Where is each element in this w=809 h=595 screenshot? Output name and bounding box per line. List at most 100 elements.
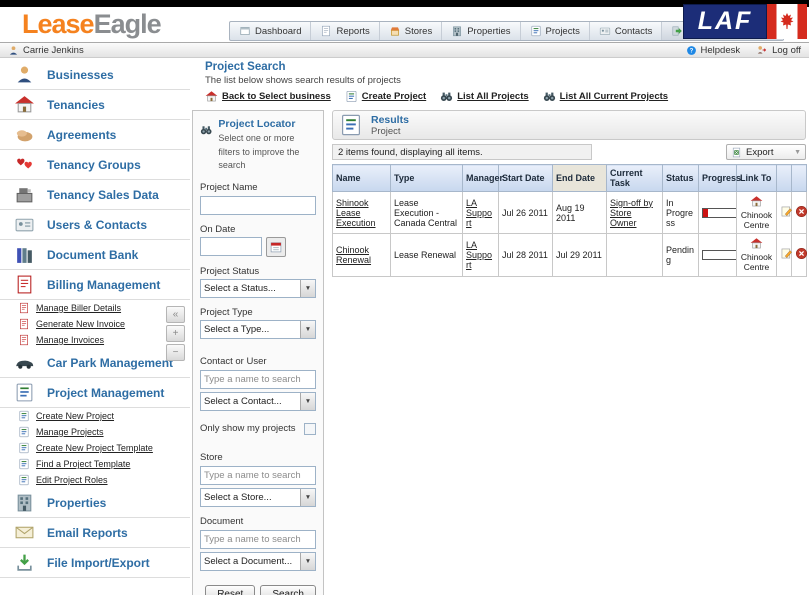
sidebar-item-project-management[interactable]: Project Management: [0, 378, 190, 408]
sidebar-item-car-park-management[interactable]: Car Park Management: [0, 348, 190, 378]
contacts-icon: [599, 25, 611, 37]
manager-link[interactable]: LA Support: [466, 198, 492, 228]
reset-button[interactable]: Reset: [205, 584, 256, 595]
sidebar-link-find-a-project-template[interactable]: Find a Project Template: [0, 456, 190, 472]
nav-tab-reports[interactable]: Reports: [311, 22, 380, 40]
cell-type: Lease Execution - Canada Central: [390, 190, 463, 235]
helpdesk-button[interactable]: Helpdesk: [686, 44, 740, 56]
current-task-link[interactable]: Sign-off by Store Owner: [610, 198, 653, 228]
column-header-end-date[interactable]: End Date: [552, 164, 607, 192]
sidebar-item-email-reports[interactable]: Email Reports: [0, 518, 190, 548]
on-date-input[interactable]: [200, 237, 262, 256]
link-to-label[interactable]: Chinook Centre: [740, 252, 773, 273]
contact-or-user-label: Contact or User: [200, 355, 267, 367]
back-to-select-business-link[interactable]: Back to Select business: [205, 90, 331, 103]
cell-start-date: Jul 28 2011: [498, 233, 553, 277]
logo-part-eagle: Eagle: [93, 9, 162, 39]
store-search-input[interactable]: [200, 465, 316, 485]
notepad-icon: [18, 474, 30, 486]
project-name-input[interactable]: [200, 195, 316, 215]
sidebar-item-users-contacts[interactable]: Users & Contacts: [0, 210, 190, 240]
billing-management-submenu: Manage Biller Details Generate New Invoi…: [0, 300, 190, 348]
nav-label: Reports: [336, 25, 370, 37]
edit-icon[interactable]: [780, 247, 793, 260]
store-select[interactable]: Select a Store... ▼: [200, 487, 316, 507]
house-icon: [750, 237, 763, 250]
document-search-input[interactable]: [200, 529, 316, 549]
notepad-icon: [345, 90, 358, 103]
logoff-button[interactable]: Log off: [756, 44, 801, 56]
sidebar-link-manage-invoices[interactable]: Manage Invoices: [0, 332, 190, 348]
sidebar-item-tenancies[interactable]: Tenancies: [0, 90, 190, 120]
user-icon: [8, 45, 19, 56]
project-status-select[interactable]: Select a Status... ▼: [200, 278, 316, 298]
export-button[interactable]: Export ▼: [726, 144, 806, 160]
sidebar-link-manage-projects[interactable]: Manage Projects: [0, 424, 190, 440]
list-all-current-projects-link[interactable]: List All Current Projects: [543, 90, 668, 103]
sidebar-link-generate-new-invoice[interactable]: Generate New Invoice: [0, 316, 190, 332]
nav-tab-properties[interactable]: Properties: [442, 22, 521, 40]
nav-tab-projects[interactable]: Projects: [521, 22, 590, 40]
cell-delete: [791, 233, 808, 277]
contact-select[interactable]: Select a Contact... ▼: [200, 391, 316, 411]
only-show-my-projects-checkbox[interactable]: [304, 422, 316, 435]
search-button[interactable]: Search: [260, 584, 316, 595]
sidebar-item-file-import-export[interactable]: File Import/Export: [0, 548, 190, 578]
maple-leaf-icon: [777, 12, 797, 32]
cell-delete: [791, 190, 808, 235]
cell-current-task: [606, 233, 663, 277]
font-increase-button[interactable]: +: [166, 325, 185, 342]
create-project-link[interactable]: Create Project: [345, 90, 426, 103]
column-header-progress[interactable]: Progress: [698, 164, 741, 192]
locator-subtitle: Select one or more filters to improve th…: [218, 133, 300, 170]
nav-tab-dashboard[interactable]: Dashboard: [230, 22, 312, 40]
contact-search-input[interactable]: [200, 369, 316, 389]
edit-icon[interactable]: [780, 205, 793, 218]
select-value: Select a Document...: [204, 555, 293, 567]
nav-tab-contacts[interactable]: Contacts: [590, 22, 663, 40]
manager-link[interactable]: LA Support: [466, 240, 492, 270]
sidebar-item-properties[interactable]: Properties: [0, 488, 190, 518]
sidebar-link-manage-biller-details[interactable]: Manage Biller Details: [0, 300, 190, 316]
document-select[interactable]: Select a Document... ▼: [200, 551, 316, 571]
column-header-delete: [791, 164, 807, 192]
project-locator-header: Project Locator Select one or more filte…: [200, 118, 316, 173]
locator-title: Project Locator: [218, 118, 296, 130]
calendar-button[interactable]: [266, 236, 286, 257]
column-header-link-to[interactable]: Link To: [736, 164, 777, 192]
column-header-manager[interactable]: Manager: [462, 164, 503, 192]
sidebar-link-edit-project-roles[interactable]: Edit Project Roles: [0, 472, 190, 488]
sidebar-item-billing-management[interactable]: Billing Management: [0, 270, 190, 300]
column-header-name[interactable]: Name: [332, 164, 391, 192]
project-name-link[interactable]: Chinook Renewal: [336, 245, 371, 265]
column-header-status[interactable]: Status: [662, 164, 699, 192]
progress-bar: [702, 207, 738, 218]
cell-progress: [698, 190, 738, 235]
project-name-link[interactable]: Shinook Lease Execution: [336, 198, 376, 228]
sidebar-item-businesses[interactable]: Businesses: [0, 60, 190, 90]
chevron-down-icon: ▼: [300, 392, 315, 410]
store-label: Store: [200, 451, 223, 463]
cell-manager: LA Support: [462, 233, 499, 277]
font-decrease-button[interactable]: −: [166, 344, 185, 361]
invoice-icon: [18, 334, 30, 346]
sidebar-link-create-new-project[interactable]: Create New Project: [0, 408, 190, 424]
sidebar-label: Email Reports: [47, 525, 128, 540]
list-all-projects-link[interactable]: List All Projects: [440, 90, 529, 103]
select-value: Select a Contact...: [204, 395, 282, 407]
column-header-start-date[interactable]: Start Date: [498, 164, 553, 192]
nav-tab-stores[interactable]: Stores: [380, 22, 443, 40]
link-to-label[interactable]: Chinook Centre: [740, 210, 773, 231]
sidebar-collapse-button[interactable]: «: [166, 306, 185, 323]
project-type-select[interactable]: Select a Type... ▼: [200, 319, 316, 339]
sidebar-item-agreements[interactable]: Agreements: [0, 120, 190, 150]
column-header-current-task[interactable]: Current Task: [606, 164, 663, 192]
sidebar-item-tenancy-sales-data[interactable]: Tenancy Sales Data: [0, 180, 190, 210]
delete-icon[interactable]: [795, 205, 808, 218]
sidebar-item-document-bank[interactable]: Document Bank: [0, 240, 190, 270]
sidebar-link-create-new-project-template[interactable]: Create New Project Template: [0, 440, 190, 456]
sidebar-item-tenancy-groups[interactable]: Tenancy Groups: [0, 150, 190, 180]
delete-icon[interactable]: [795, 247, 808, 260]
notepad-icon: [14, 382, 35, 403]
column-header-type[interactable]: Type: [390, 164, 463, 192]
